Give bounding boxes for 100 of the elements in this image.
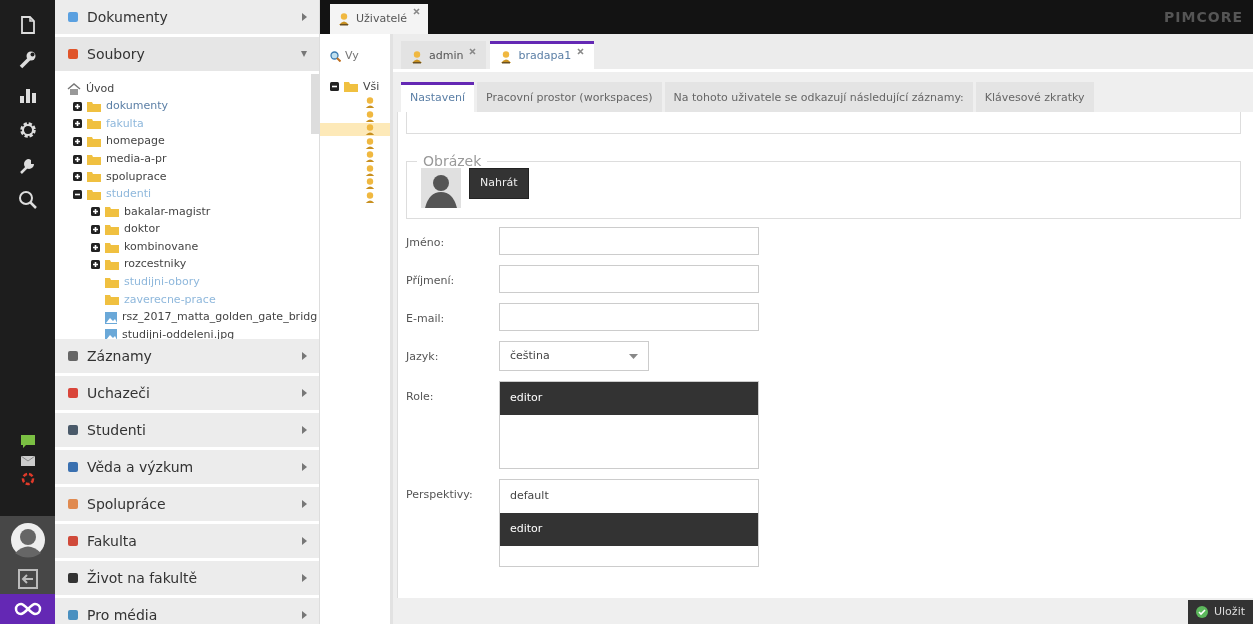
settings-tab[interactable]: Pracovní prostor (workspaces) [477,82,662,112]
search-field[interactable]: Vy [345,47,375,65]
main-tab[interactable]: Uživatelé [330,4,429,34]
folder-icon [344,81,358,93]
field-label: Perspektivy: [406,487,474,503]
accordion-header[interactable]: Spolupráce [55,487,319,521]
expander-icon[interactable] [91,225,100,235]
expander-icon[interactable] [91,207,100,217]
folder-icon [105,241,119,253]
section-label: Život na fakultě [87,568,199,588]
caret-down-icon [301,50,307,58]
accordion-header[interactable]: Věda a výzkum [55,450,319,484]
tree-item-label[interactable]: doktor [124,221,160,238]
expander-icon[interactable] [73,189,82,199]
user-icon [338,12,350,26]
user-tab[interactable]: bradapa1 [490,41,595,69]
input-field[interactable] [499,303,759,331]
user-icon [364,96,374,109]
expander-icon[interactable] [73,137,82,147]
caret-right-icon [301,574,307,582]
chat-icon[interactable] [20,435,35,448]
caret-right-icon [301,352,307,360]
user-icon [364,163,374,176]
upload-button[interactable]: Nahrát [469,168,529,199]
section-label: Soubory [87,44,146,64]
user-icon [364,190,374,203]
user-tab[interactable]: admin [401,41,487,69]
accordion-header[interactable]: Záznamy [55,339,319,373]
list-option[interactable]: editor [500,382,758,415]
avatar-icon[interactable] [9,522,46,558]
user-icon [500,49,513,64]
accordion-header[interactable]: Studenti [55,413,319,447]
folder-icon [87,100,101,112]
expander-icon[interactable] [91,260,100,270]
expander-icon[interactable] [73,119,82,129]
settings-tab[interactable]: Klávesové zkratky [975,82,1094,112]
save-button[interactable]: Uložit [1188,600,1253,624]
scrollbar[interactable] [311,74,319,134]
accordion-header[interactable]: Dokumenty [55,0,319,34]
list-box[interactable]: default editor [499,479,759,567]
input-field[interactable] [499,227,759,255]
check-icon [1196,606,1208,618]
tree-item-label[interactable]: bakalar-magistr [124,203,211,221]
accordion-header[interactable]: Život na fakultě [55,561,319,595]
tree-item-label[interactable]: dokumenty [106,98,168,115]
caret-right-icon [301,463,307,471]
list-box[interactable]: editor [499,381,759,469]
folder-icon [105,224,119,236]
close-icon[interactable] [413,8,421,15]
folder-icon [87,188,101,200]
folder-icon [87,118,101,130]
tab-label: Uživatelé [356,10,408,27]
tree-item-label[interactable]: homepage [106,133,165,150]
tree-item-label[interactable]: rozcestniky [124,256,187,273]
section-label: Uchazeči [87,383,151,403]
fieldset-legend: Obrázek [417,154,488,168]
tree-item-label[interactable]: kombinovane [124,238,199,256]
list-option[interactable]: default [500,480,758,513]
accordion-header[interactable]: Soubory [55,37,319,71]
settings-tab[interactable]: Nastavení [401,82,475,112]
section-label: Fakulta [87,531,138,551]
caret-right-icon [301,13,307,21]
avatar-placeholder-icon [421,168,461,208]
expander-icon[interactable] [73,172,82,182]
user-icon [364,177,374,190]
ring-icon[interactable] [20,472,35,486]
close-icon[interactable] [469,48,477,55]
infinity-logo-icon[interactable] [12,601,43,617]
image-icon [105,311,117,324]
expander-icon[interactable] [73,154,82,164]
section-label: Studenti [87,420,147,440]
accordion-header[interactable]: Pro média [55,598,319,624]
tree-item-label[interactable]: Úvod [86,80,115,98]
folder-icon [87,136,101,148]
tree-item-label[interactable]: rsz_2017_matta_golden_gate_bridg [122,309,318,326]
user-icon [364,150,374,163]
tree-item-label[interactable]: media-a-pr [106,150,167,168]
close-icon[interactable] [577,48,585,55]
select-value: čeština [510,347,550,364]
field-label: Role: [406,389,435,405]
accordion-header[interactable]: Fakulta [55,524,319,558]
user-icon [364,109,374,122]
folder-icon [105,276,119,288]
settings-tab[interactable]: Na tohoto uživatele se odkazují následující záznamy: [664,82,973,112]
expander-icon[interactable] [330,82,339,92]
expander-icon[interactable] [91,242,100,252]
tree-item-label[interactable]: spoluprace [106,168,167,185]
logout-icon[interactable] [16,568,39,590]
mail-icon[interactable] [20,456,35,466]
input-field[interactable] [499,265,759,293]
language-select[interactable]: čeština [499,341,649,371]
section-label: Dokumenty [87,7,169,27]
list-option[interactable]: editor [500,513,758,546]
section-label: Věda a výzkum [87,457,195,477]
field-label: Jméno: [406,235,446,251]
expander-icon[interactable] [73,101,82,111]
search-icon[interactable] [16,189,39,211]
tree-item-label[interactable]: Vši [363,78,380,96]
accordion-header[interactable]: Uchazeči [55,376,319,410]
field-label: Jazyk: [406,349,440,365]
